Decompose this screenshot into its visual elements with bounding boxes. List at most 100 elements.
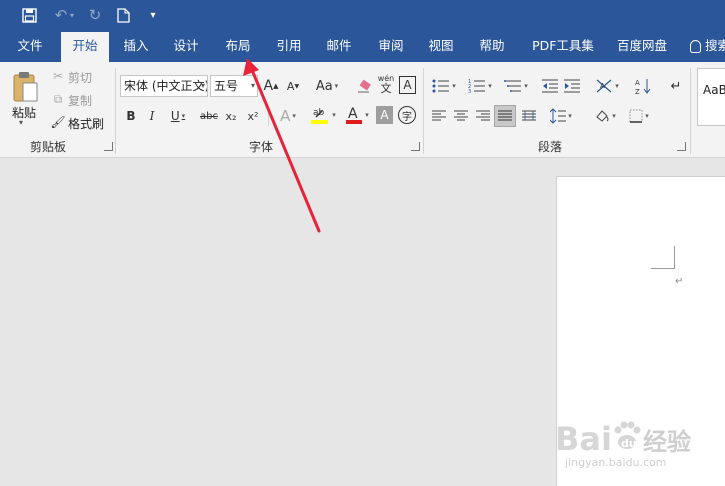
highlight-icon[interactable]: ab ▾: [308, 104, 338, 126]
paste-icon[interactable]: [9, 68, 41, 104]
distributed-icon[interactable]: [520, 107, 538, 125]
bold-button[interactable]: B: [124, 107, 138, 125]
character-shading-label: A: [380, 108, 389, 122]
font-size-value: 五号: [214, 79, 239, 93]
align-center-icon[interactable]: [452, 107, 470, 125]
paste-button[interactable]: 粘贴: [12, 104, 36, 121]
paragraph-launcher-icon[interactable]: [677, 142, 686, 151]
justify-icon[interactable]: [494, 105, 516, 127]
strikethrough-button[interactable]: abc: [198, 107, 220, 125]
font-name-select[interactable]: 宋体 (中文正文) ▾: [120, 75, 208, 97]
subscript-button[interactable]: x₂: [222, 107, 240, 125]
character-border-icon[interactable]: A: [399, 76, 416, 94]
chinese-layout-icon[interactable]: A ▾: [592, 76, 622, 96]
tab-layout[interactable]: 布局: [217, 30, 259, 62]
new-document-icon[interactable]: [112, 4, 134, 26]
subscript-label: x₂: [225, 109, 237, 123]
underline-button[interactable]: U ▾: [166, 107, 190, 125]
tab-file[interactable]: 文件: [8, 30, 52, 62]
paw-icon: du: [614, 421, 641, 450]
change-case-button[interactable]: Aa ▾: [312, 76, 342, 96]
group-divider: [423, 68, 424, 154]
character-shading-icon[interactable]: A: [376, 106, 393, 124]
numbering-icon[interactable]: 1 2 3 ▾: [464, 76, 496, 96]
tab-view[interactable]: 视图: [420, 30, 462, 62]
shading-icon[interactable]: ▾: [590, 106, 620, 126]
tab-baidu-netdisk[interactable]: 百度网盘: [610, 30, 674, 62]
baidu-jingyan-watermark: Bai du 经验 jingyan.baidu.com: [555, 408, 725, 482]
clear-formatting-icon[interactable]: [354, 76, 374, 96]
align-right-icon[interactable]: [474, 107, 492, 125]
redo-icon[interactable]: ↻: [84, 4, 106, 26]
ribbon-tabs: 文件 开始 插入 设计 布局 引用 邮件 审阅 视图 帮助 PDF工具集 百度网…: [0, 30, 725, 62]
decrease-indent-icon[interactable]: [540, 76, 560, 96]
svg-text:A: A: [600, 82, 605, 90]
tab-search-label: 搜索: [704, 38, 725, 53]
tab-help[interactable]: 帮助: [471, 30, 513, 62]
strikethrough-label: abc: [200, 110, 218, 122]
customize-qat-icon[interactable]: ▾: [142, 4, 164, 26]
multilevel-list-icon[interactable]: ▾: [500, 76, 532, 96]
text-effects-icon[interactable]: A ▾: [275, 106, 301, 126]
phonetic-guide-bottom: 文: [380, 82, 392, 95]
enclose-characters-icon[interactable]: 字: [398, 106, 416, 124]
phonetic-guide-icon[interactable]: wén 文: [376, 72, 396, 96]
shrink-font-icon[interactable]: A ▼: [284, 76, 302, 96]
tab-search[interactable]: 搜索: [690, 30, 725, 62]
superscript-button[interactable]: x²: [244, 107, 262, 125]
divider: [268, 108, 269, 126]
watermark-url: jingyan.baidu.com: [565, 456, 667, 469]
italic-label: I: [149, 109, 155, 123]
undo-dropdown-icon[interactable]: ▾: [66, 4, 78, 26]
margin-corner-mark: [651, 268, 675, 269]
tab-review[interactable]: 审阅: [370, 30, 412, 62]
chevron-down-icon: ▾: [200, 81, 205, 90]
svg-text:ab: ab: [313, 108, 325, 118]
character-border-label: A: [403, 78, 412, 92]
cut-button[interactable]: 剪切: [68, 69, 92, 86]
tab-design[interactable]: 设计: [165, 30, 207, 62]
margin-corner-mark: [674, 246, 675, 269]
watermark-jingyan: 经验: [643, 428, 691, 456]
enclose-characters-label: 字: [402, 111, 412, 123]
clipboard-group-label: 剪贴板: [30, 140, 67, 154]
bold-label: B: [126, 109, 136, 123]
show-marks-icon[interactable]: ↵: [668, 76, 684, 96]
group-divider: [115, 68, 116, 154]
clipboard-launcher-icon[interactable]: [104, 142, 113, 151]
borders-icon[interactable]: ▾: [624, 106, 654, 126]
paragraph-mark: ↵: [675, 276, 684, 287]
copy-icon: ⧉: [53, 91, 63, 106]
font-name-value: 宋体 (中文正文): [124, 79, 208, 93]
format-painter-button[interactable]: 格式刷: [68, 115, 104, 132]
paragraph-group-label: 段落: [538, 140, 563, 154]
tab-insert[interactable]: 插入: [115, 30, 157, 62]
save-icon[interactable]: [18, 4, 40, 26]
align-left-icon[interactable]: [430, 107, 448, 125]
font-launcher-icon[interactable]: [411, 142, 420, 151]
copy-button[interactable]: 复制: [68, 92, 92, 109]
quick-access-toolbar: ↶ ▾ ↻ ▾: [0, 0, 725, 30]
svg-text:Z: Z: [635, 88, 640, 95]
grow-font-icon[interactable]: A ▲: [262, 76, 280, 96]
style-normal-preview[interactable]: AaB: [697, 68, 725, 126]
sort-icon[interactable]: AZ: [634, 76, 652, 96]
chevron-down-icon: ▾: [250, 81, 255, 90]
tab-mailings[interactable]: 邮件: [318, 30, 360, 62]
svg-text:3: 3: [468, 89, 471, 94]
paste-dropdown-icon[interactable]: ▾: [19, 118, 23, 127]
tab-references[interactable]: 引用: [268, 30, 310, 62]
italic-button[interactable]: I: [145, 107, 159, 125]
tab-home[interactable]: 开始: [61, 32, 109, 62]
tab-pdf-tools[interactable]: PDF工具集: [528, 30, 598, 62]
font-size-select[interactable]: 五号 ▾: [210, 75, 258, 97]
font-group-label: 字体: [249, 140, 274, 154]
svg-text:A: A: [348, 106, 358, 122]
font-color-icon[interactable]: A ▾: [342, 104, 372, 126]
bullets-icon[interactable]: ▾: [428, 76, 460, 96]
superscript-label: x²: [247, 109, 259, 123]
increase-indent-icon[interactable]: [562, 76, 582, 96]
format-painter-icon: 🖌: [50, 115, 66, 129]
line-spacing-icon[interactable]: ▾: [546, 106, 576, 126]
ribbon-home: 粘贴 ▾ ✂ 剪切 ⧉ 复制 🖌 格式刷 剪贴板 宋体 (中文正文) ▾ 五号 ▾ …: [0, 62, 725, 158]
